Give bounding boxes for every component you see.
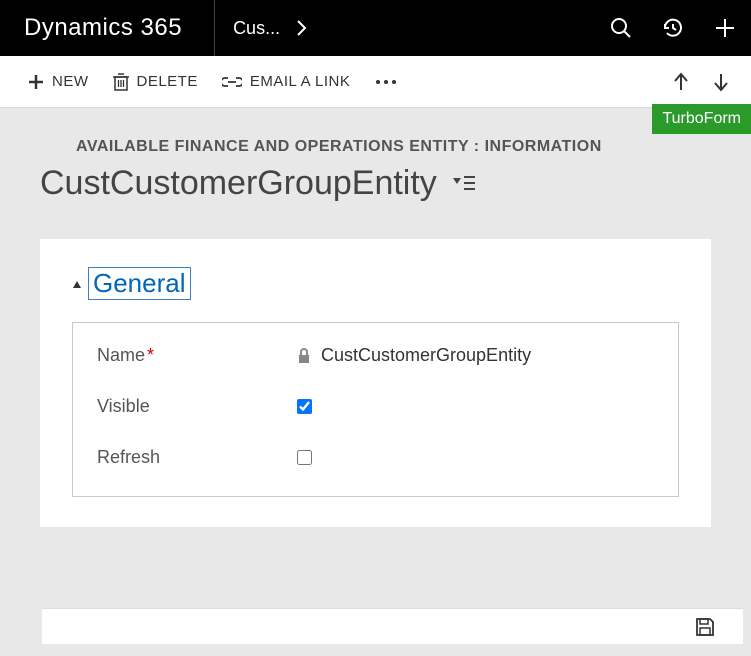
form-card: General Name* CustCustomerGroupEntity Vi… [40, 239, 711, 527]
page-title: CustCustomerGroupEntity [40, 164, 437, 203]
search-icon [610, 17, 632, 39]
breadcrumb-item[interactable]: Cus... [215, 0, 326, 56]
command-bar: NEW DELETE EMAIL A LINK [0, 56, 751, 108]
more-commands-button[interactable] [362, 72, 410, 92]
section-title: General [88, 267, 191, 300]
arrow-up-icon [672, 72, 690, 92]
row-refresh: Refresh [97, 447, 654, 468]
name-label: Name* [97, 345, 297, 366]
row-name: Name* CustCustomerGroupEntity [97, 345, 654, 366]
history-icon [661, 16, 685, 40]
save-button[interactable] [695, 617, 715, 637]
more-icon [374, 78, 398, 86]
name-text: CustCustomerGroupEntity [321, 345, 531, 366]
nav-up-button[interactable] [667, 68, 695, 96]
delete-label: DELETE [137, 73, 198, 90]
lock-icon [297, 348, 311, 364]
refresh-checkbox[interactable] [297, 450, 312, 465]
search-button[interactable] [595, 0, 647, 56]
plus-icon [714, 17, 736, 39]
page-overline: AVAILABLE FINANCE AND OPERATIONS ENTITY … [76, 138, 711, 156]
new-button[interactable]: NEW [16, 67, 101, 96]
row-visible: Visible [97, 396, 654, 417]
email-link-button[interactable]: EMAIL A LINK [210, 67, 363, 96]
new-label: NEW [52, 73, 89, 90]
add-button[interactable] [699, 0, 751, 56]
page-content: TurboForm AVAILABLE FINANCE AND OPERATIO… [0, 108, 751, 527]
general-fieldset: Name* CustCustomerGroupEntity Visible Re… [72, 322, 679, 497]
nav-down-button[interactable] [707, 68, 735, 96]
history-button[interactable] [647, 0, 699, 56]
collapse-icon [72, 279, 82, 289]
email-label: EMAIL A LINK [250, 73, 351, 90]
delete-button[interactable]: DELETE [101, 67, 210, 97]
plus-icon [28, 74, 44, 90]
trash-icon [113, 73, 129, 91]
turboform-badge: TurboForm [652, 104, 751, 134]
brand-title: Dynamics 365 [24, 14, 182, 42]
name-value: CustCustomerGroupEntity [297, 345, 531, 366]
arrow-down-icon [712, 72, 730, 92]
form-options-icon[interactable] [453, 175, 475, 191]
link-icon [222, 76, 242, 88]
visible-label: Visible [97, 396, 297, 417]
refresh-label: Refresh [97, 447, 297, 468]
chevron-right-icon [296, 19, 308, 37]
top-bar: Dynamics 365 Cus... [0, 0, 751, 56]
footer-bar [42, 608, 743, 644]
breadcrumb-label: Cus... [233, 18, 280, 39]
section-header-general[interactable]: General [72, 267, 679, 300]
visible-checkbox[interactable] [297, 399, 312, 414]
